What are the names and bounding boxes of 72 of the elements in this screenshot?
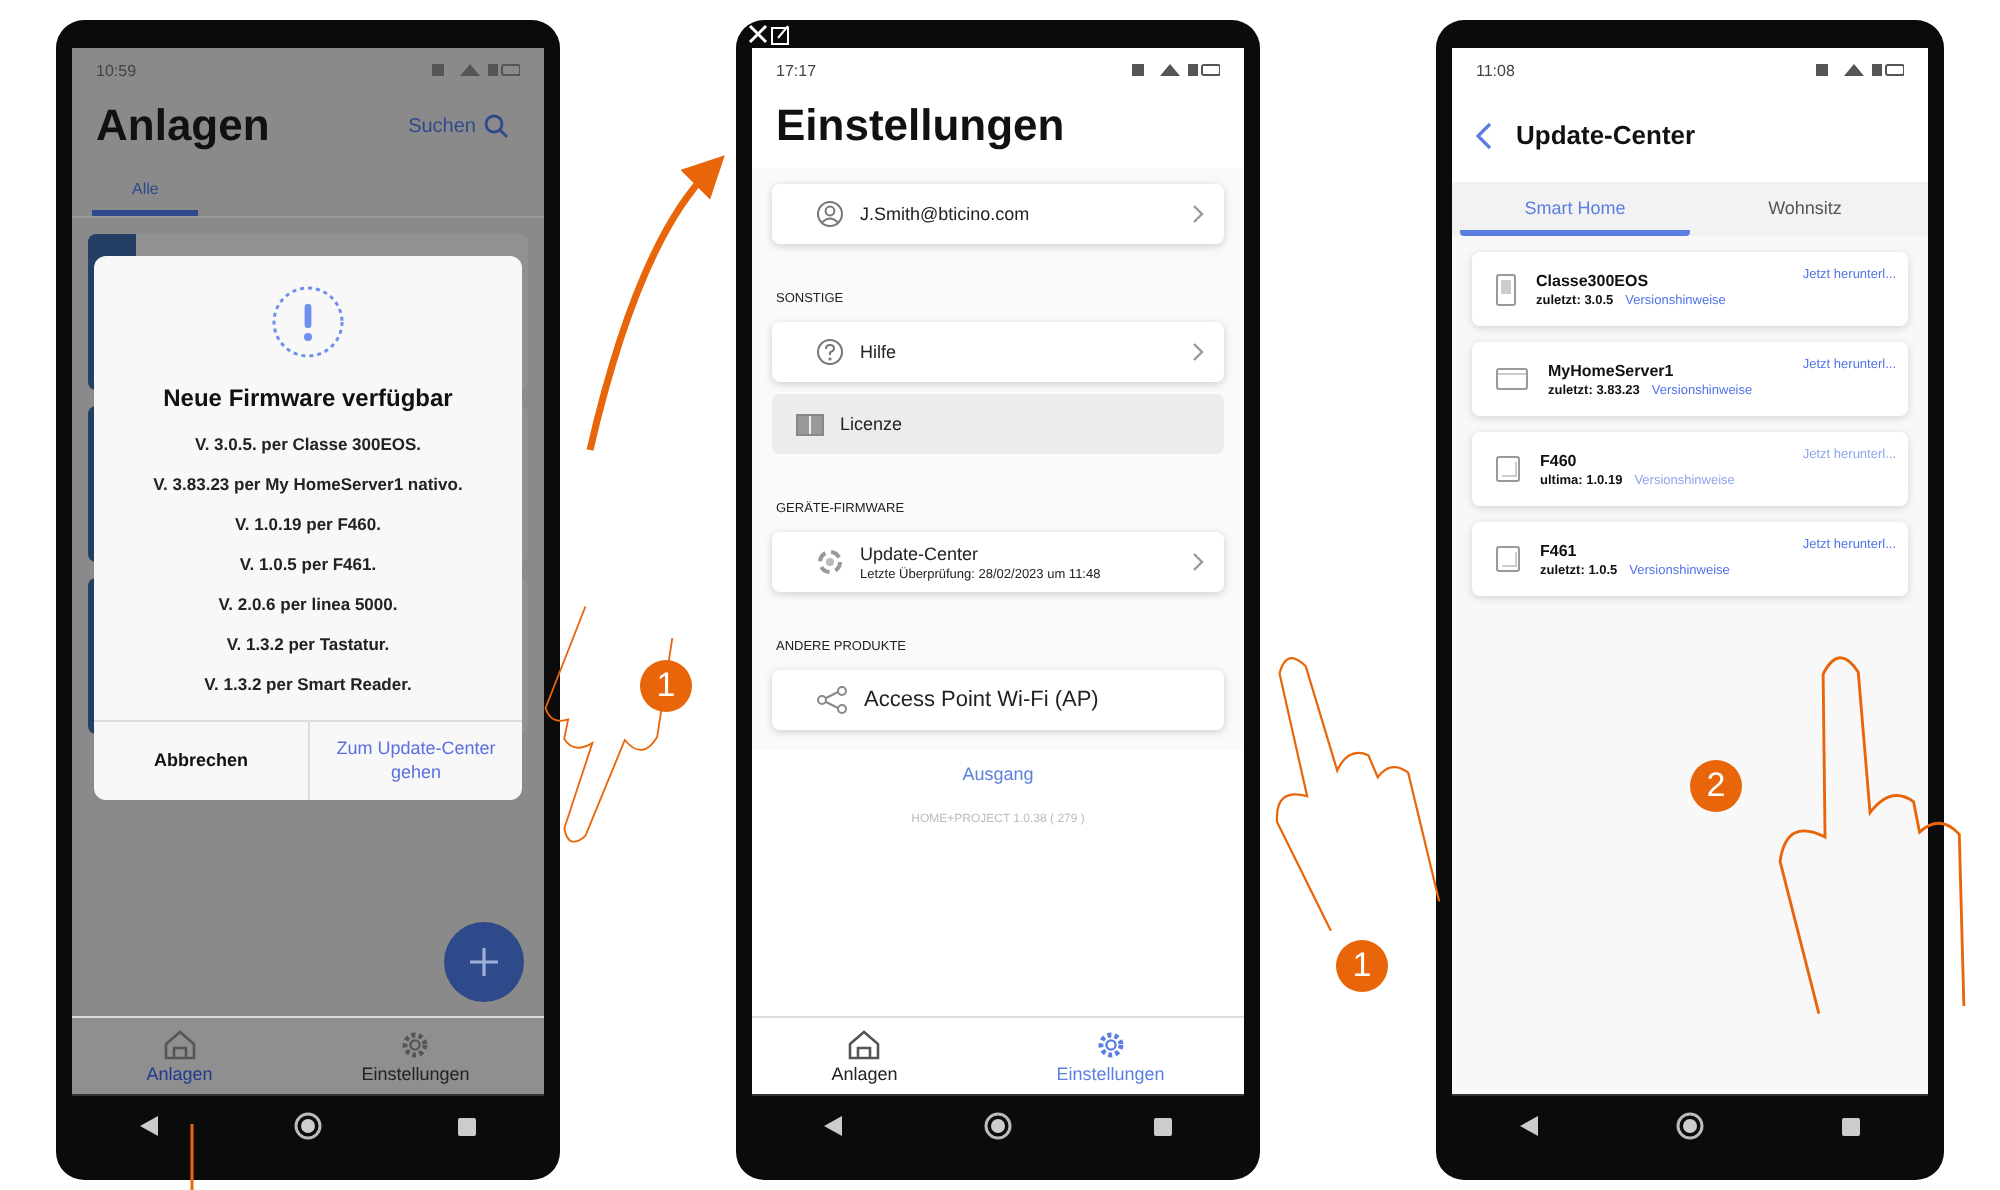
dialog-button[interactable]: Zum Update-Center gehen (308, 722, 522, 801)
status-icons (1816, 62, 1904, 78)
home-icon[interactable] (1675, 1112, 1704, 1140)
gear-icon (1095, 1029, 1126, 1059)
back-icon[interactable] (1520, 1116, 1539, 1136)
recents-icon[interactable] (1841, 1117, 1860, 1135)
item-label: Access Point Wi-Fi (AP) (864, 688, 1101, 712)
firmware-line: V. 2.0.6 per linea 5000. (218, 592, 398, 618)
chevron-icon (1192, 342, 1204, 362)
logout-link[interactable]: Ausgang (950, 762, 1046, 786)
screen-title: Update-Center (1516, 120, 1696, 150)
dialog-title: Neue Firmware verfügbar (163, 384, 453, 412)
back-icon[interactable] (823, 1116, 842, 1136)
firmware-line: V. 1.0.19 per F460. (235, 512, 381, 538)
tab[interactable]: Wohnsitz (1690, 182, 1920, 236)
firmware-line: V. 1.3.2 per Tastatur. (226, 632, 390, 658)
firmware-line: V. 1.3.2 per Smart Reader. (204, 672, 412, 698)
item-label: J.Smith@bticino.com (860, 204, 1032, 224)
status-time: 17:17 (776, 61, 817, 79)
settings-item[interactable]: Licenze (772, 394, 1224, 454)
settings-item[interactable]: Access Point Wi-Fi (AP) (772, 670, 1224, 730)
status-icons (1132, 62, 1220, 78)
firmware-line: V. 3.0.5. per Classe 300EOS. (194, 432, 422, 458)
device-icon (1496, 368, 1528, 390)
step-badge: 1 (1336, 940, 1388, 992)
help-icon (816, 338, 844, 366)
chevron-icon (1192, 552, 1204, 572)
device-icon (1496, 546, 1520, 572)
status-time: 10:59 (96, 61, 137, 79)
filter-tab[interactable]: Alle (92, 168, 199, 216)
search-icon (484, 114, 508, 138)
dialog-button[interactable]: Abbrechen (94, 722, 308, 801)
firmware-line: V. 3.83.23 per My HomeServer1 nativo. (153, 472, 463, 498)
home-icon[interactable] (983, 1112, 1012, 1140)
chevron-icon (1192, 204, 1204, 224)
plus-icon (468, 946, 500, 978)
home-icon[interactable] (294, 1112, 322, 1140)
share-icon (816, 686, 848, 714)
firmware-line: V. 1.0.5 per F461. (239, 552, 377, 578)
device-icon (1496, 456, 1520, 482)
nav-tab[interactable]: Anlagen (138, 1025, 221, 1087)
item-label: Hilfe (860, 342, 899, 362)
screen-title: Anlagen (96, 100, 270, 152)
item-label: Update-Center (860, 543, 981, 563)
settings-item[interactable]: Hilfe (772, 322, 1224, 382)
device-name: Classe300EOS (1536, 271, 1651, 289)
user-icon (816, 200, 844, 228)
recents-icon[interactable] (1154, 1117, 1173, 1135)
settings-item[interactable]: J.Smith@bticino.com (772, 184, 1224, 244)
nav-tab[interactable]: Anlagen (823, 1025, 906, 1087)
screen-title: Einstellungen (776, 100, 1065, 152)
status-icons (432, 62, 520, 78)
recents-icon[interactable] (458, 1117, 476, 1135)
house-icon (848, 1029, 881, 1059)
device-name: MyHomeServer1 (1548, 361, 1676, 379)
item-label: Licenze (840, 414, 905, 434)
book-icon (796, 413, 824, 435)
device-name: F461 (1540, 541, 1579, 559)
search-button[interactable]: Suchen (396, 112, 520, 140)
device-icon (1496, 273, 1516, 305)
back-icon[interactable] (140, 1116, 158, 1136)
house-icon (163, 1029, 196, 1059)
leader-line (190, 1124, 194, 1190)
device-name: F460 (1540, 451, 1579, 469)
nav-tab[interactable]: Einstellungen (1048, 1025, 1173, 1087)
gear-icon (400, 1029, 431, 1059)
nav-tab[interactable]: Einstellungen (353, 1025, 478, 1087)
add-button[interactable] (444, 922, 524, 1002)
step-badge: 1 (640, 660, 692, 712)
alert-icon (270, 284, 346, 360)
refresh-icon (816, 548, 844, 576)
status-time: 11:08 (1476, 61, 1515, 79)
